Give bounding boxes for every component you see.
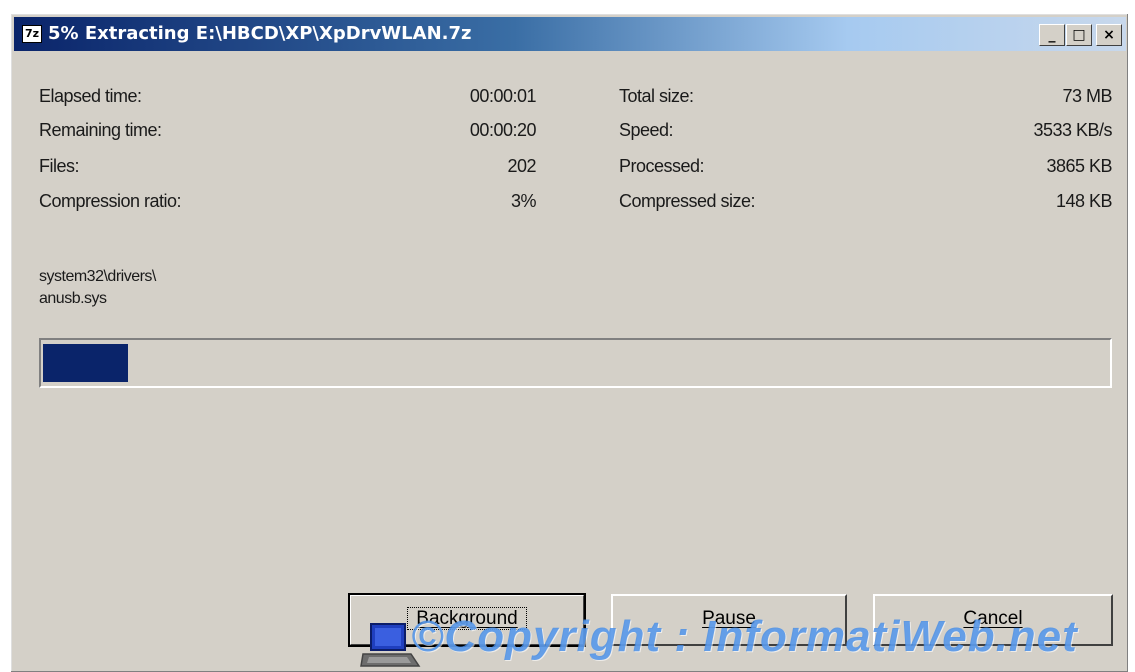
extract-progress-window: 7z 5% Extracting E:\HBCD\XP\XpDrvWLAN.7z… [10,13,1128,672]
copyright-watermark: ©Copyright : InformatiWeb.net [411,612,1078,661]
maximize-icon[interactable]: □ [1066,24,1092,46]
files-label: Files: [39,156,80,176]
total-size-value: 73 MB [1062,86,1112,106]
remaining-time-label: Remaining time: [39,120,162,140]
close-icon[interactable]: × [1096,24,1122,46]
window-title: 5% Extracting E:\HBCD\XP\XpDrvWLAN.7z [48,23,472,44]
title-bar[interactable]: 7z 5% Extracting E:\HBCD\XP\XpDrvWLAN.7z… [14,17,1126,51]
elapsed-time-value: 00:00:01 [469,86,537,106]
current-file-path: system32\drivers\ anusb.sys [39,266,156,310]
total-size-label: Total size: [619,86,694,106]
progress-bar-fill [43,344,128,382]
compression-ratio-value: 3% [510,191,537,211]
7zip-app-icon: 7z [22,25,42,43]
files-value: 202 [507,156,536,176]
remaining-time-value: 00:00:20 [469,120,537,140]
compressed-size-value: 148 KB [1055,191,1113,211]
processed-value: 3865 KB [1046,156,1112,176]
elapsed-time-label: Elapsed time: [39,86,142,106]
speed-label: Speed: [619,120,674,140]
processed-label: Processed: [619,156,705,176]
compressed-size-label: Compressed size: [619,191,756,211]
progress-bar [39,338,1112,388]
minimize-icon[interactable]: _ [1039,24,1065,46]
current-file-name: anusb.sys [39,290,107,307]
compression-ratio-label: Compression ratio: [39,191,182,211]
speed-value: 3533 KB/s [1033,120,1112,140]
current-file-folder: system32\drivers\ [39,268,156,285]
